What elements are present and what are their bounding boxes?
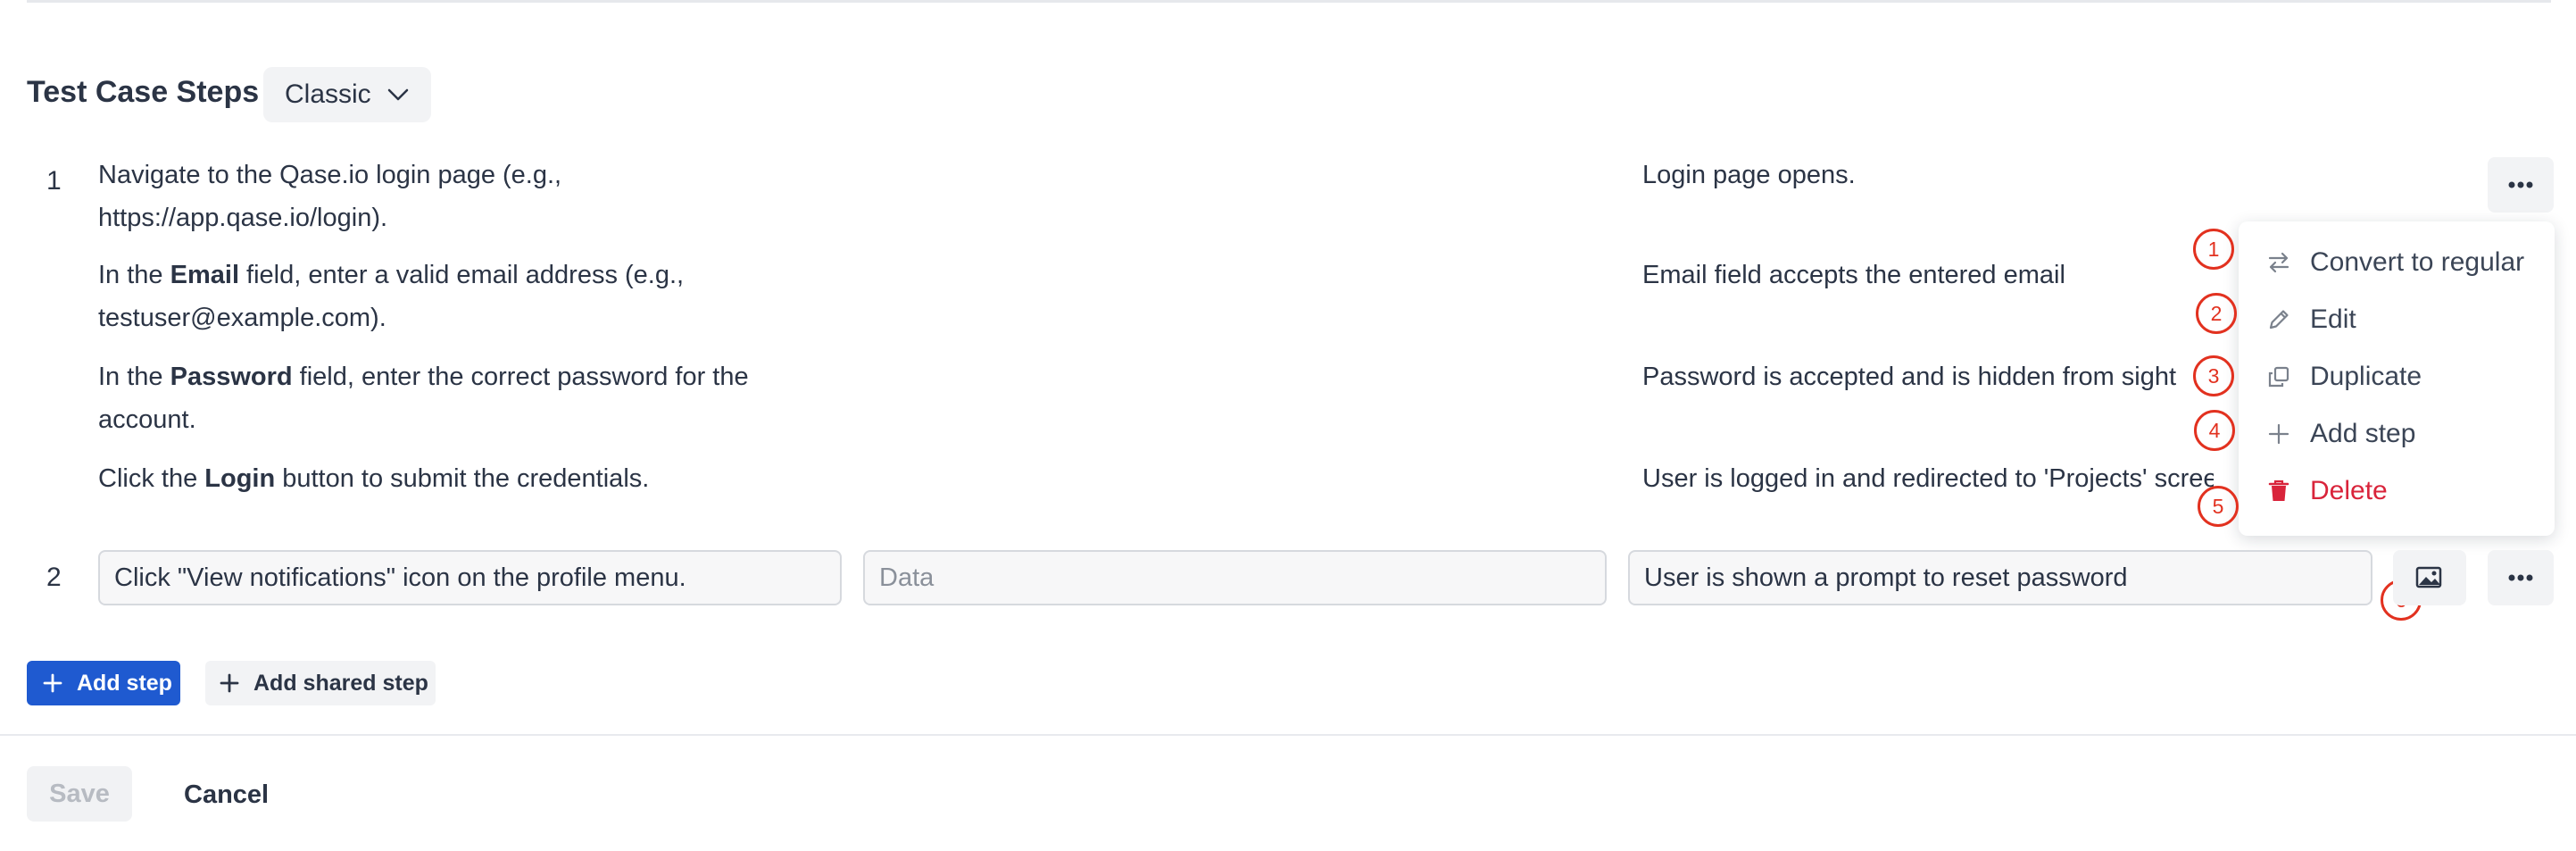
menu-item-edit[interactable]: Edit	[2265, 293, 2356, 346]
view-mode-select[interactable]: Classic	[263, 67, 431, 122]
plus-icon	[43, 673, 62, 693]
menu-item-duplicate[interactable]: Duplicate	[2265, 350, 2422, 404]
chevron-down-icon	[387, 88, 409, 101]
add-step-button[interactable]: Add step	[27, 661, 180, 705]
add-shared-step-button[interactable]: Add shared step	[205, 661, 436, 705]
annotation-callout-4: 4	[2194, 410, 2235, 451]
step-expected-text[interactable]: Login page opens.	[1642, 154, 2231, 196]
more-horizontal-icon	[2508, 181, 2533, 188]
step-expected-input[interactable]: User is shown a prompt to reset password	[1628, 550, 2372, 605]
menu-item-convert-to-regular[interactable]: Convert to regular	[2265, 236, 2524, 289]
step-expected-text[interactable]: Email field accepts the entered email	[1642, 254, 2231, 296]
menu-item-add-step[interactable]: Add step	[2265, 407, 2415, 461]
step-action-text[interactable]: In the Email field, enter a valid email …	[98, 254, 884, 339]
step-number: 1	[46, 166, 62, 196]
plus-icon	[220, 673, 239, 693]
trash-icon	[2268, 480, 2289, 501]
annotation-callout-2: 2	[2196, 293, 2237, 334]
step-action-text[interactable]: In the Password field, enter the correct…	[98, 355, 884, 441]
annotation-callout-3: 3	[2193, 355, 2234, 396]
view-mode-label: Classic	[285, 79, 371, 109]
image-icon	[2415, 566, 2442, 588]
duplicate-icon	[2268, 366, 2289, 388]
annotation-callout-5: 5	[2198, 486, 2239, 527]
step-expected-text[interactable]: User is logged in and redirected to 'Pro…	[1642, 457, 2214, 500]
annotation-callout-1: 1	[2193, 229, 2234, 270]
step-expected-text[interactable]: Password is accepted and is hidden from …	[1642, 355, 2231, 398]
step-more-button[interactable]	[2488, 157, 2554, 213]
step-action-input[interactable]: Click "View notifications" icon on the p…	[98, 550, 842, 605]
cancel-button[interactable]: Cancel	[184, 780, 269, 810]
step-context-menu: Convert to regular Edit Duplicate Add st…	[2239, 221, 2555, 536]
step-action-text[interactable]: Click the Login button to submit the cre…	[98, 457, 884, 500]
top-divider	[27, 0, 2551, 3]
step-more-button[interactable]	[2488, 550, 2554, 605]
step-action-text[interactable]: Navigate to the Qase.io login page (e.g.…	[98, 154, 884, 239]
plus-icon	[2268, 423, 2289, 445]
step-data-input[interactable]: Data	[863, 550, 1607, 605]
step-number: 2	[46, 563, 62, 592]
convert-icon	[2268, 252, 2289, 273]
footer-divider	[0, 734, 2576, 736]
section-title: Test Case Steps	[27, 75, 260, 109]
more-horizontal-icon	[2508, 574, 2533, 581]
pencil-icon	[2269, 310, 2289, 330]
save-button[interactable]: Save	[27, 766, 132, 822]
menu-item-delete[interactable]: Delete	[2265, 464, 2388, 518]
attach-image-button[interactable]	[2393, 550, 2466, 605]
